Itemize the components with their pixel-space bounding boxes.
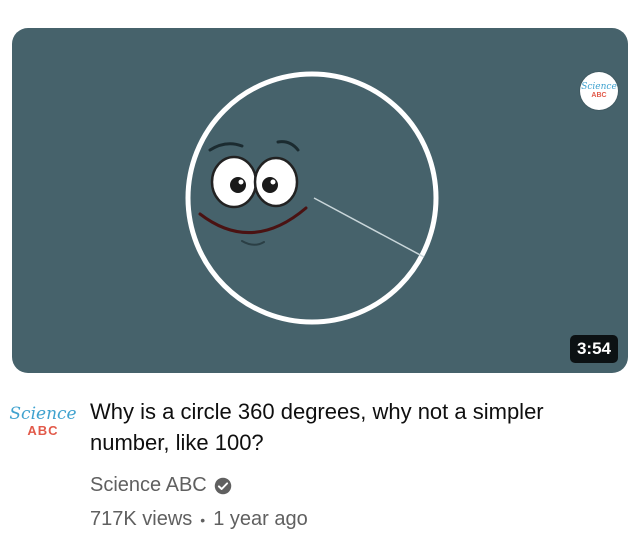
watermark-line1: Science <box>581 81 617 92</box>
video-duration-badge: 3:54 <box>569 335 618 363</box>
channel-watermark: Science ABC <box>580 72 618 110</box>
meta-separator: • <box>200 511 206 528</box>
verified-check-icon <box>214 477 231 494</box>
smile <box>198 206 308 234</box>
channel-logo-line2: ABC <box>27 423 59 438</box>
channel-row[interactable]: Science ABC <box>90 474 232 497</box>
right-pupil <box>262 177 278 193</box>
left-eyebrow <box>208 142 244 152</box>
channel-avatar[interactable]: Science ABC <box>9 404 77 444</box>
upload-age: 1 year ago <box>213 508 308 530</box>
video-meta: 717K views • 1 year ago <box>90 508 308 531</box>
channel-name[interactable]: Science ABC <box>90 474 207 497</box>
video-title[interactable]: Why is a circle 360 degrees, why not a s… <box>90 396 610 458</box>
radius-line <box>313 197 425 258</box>
view-count: 717K views <box>90 508 193 530</box>
video-thumbnail[interactable]: Science ABC 3:54 <box>12 28 628 373</box>
left-pupil <box>230 177 246 193</box>
thumbnail-illustration <box>185 71 439 325</box>
watermark-line2: ABC <box>591 91 607 99</box>
right-eyebrow <box>276 140 300 152</box>
channel-logo-line1: Science <box>9 404 77 424</box>
